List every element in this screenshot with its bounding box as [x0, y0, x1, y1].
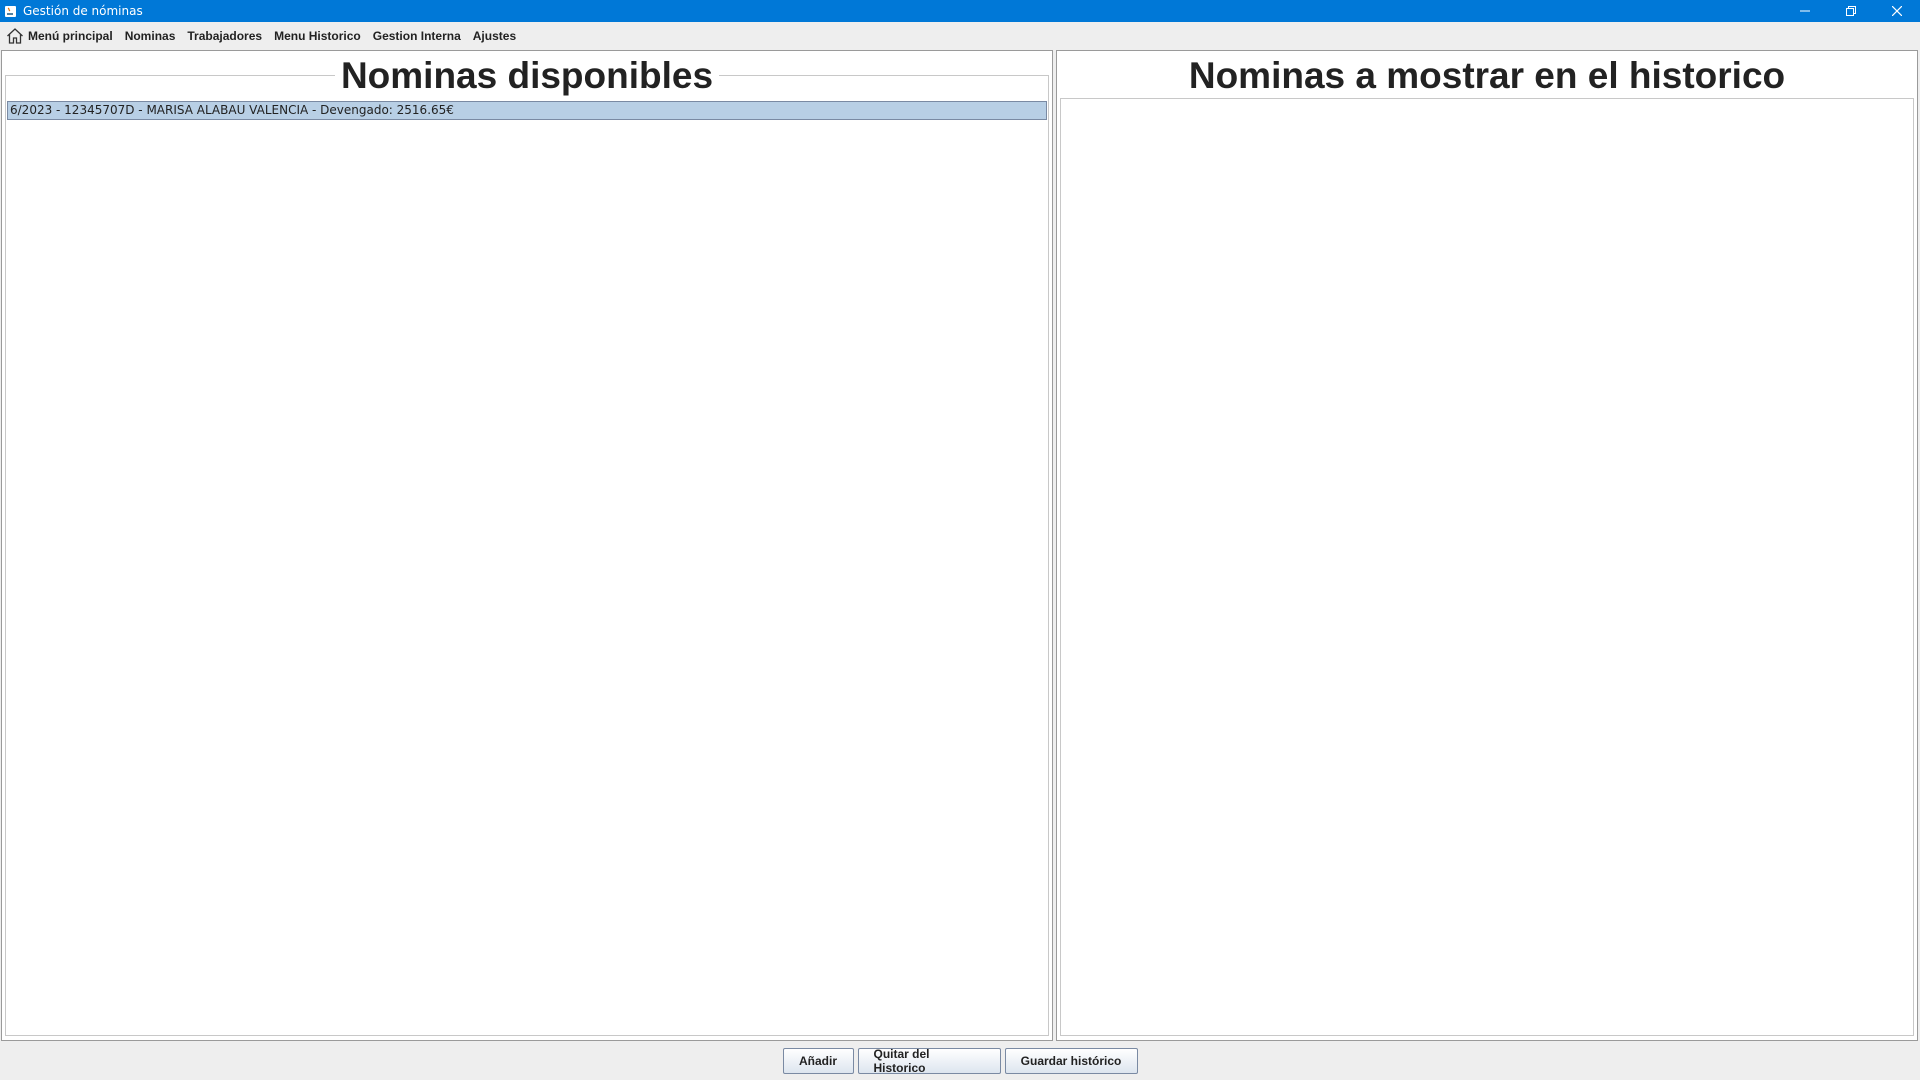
restore-button[interactable]	[1828, 0, 1874, 22]
menu-item-main[interactable]: Menú principal	[0, 22, 119, 49]
restore-icon	[1846, 6, 1856, 16]
history-payrolls-title: Nominas a mostrar en el historico	[1182, 55, 1792, 96]
close-icon	[1892, 6, 1902, 16]
button-bar: Añadir Quitar del Historico Guardar hist…	[0, 1041, 1920, 1080]
minimize-icon	[1800, 10, 1810, 12]
close-button[interactable]	[1874, 0, 1920, 22]
add-button[interactable]: Añadir	[782, 1047, 854, 1074]
menu-item-nominas[interactable]: Nominas	[119, 22, 182, 49]
list-item[interactable]: 6/2023 - 12345707D - MARISA ALABAU VALEN…	[7, 101, 1047, 120]
menu-item-main-label: Menú principal	[28, 28, 113, 43]
window-title: Gestión de nóminas	[23, 4, 143, 18]
save-history-button[interactable]: Guardar histórico	[1004, 1047, 1138, 1074]
menu-item-trabajadores[interactable]: Trabajadores	[181, 22, 268, 49]
available-payrolls-list[interactable]: 6/2023 - 12345707D - MARISA ALABAU VALEN…	[7, 101, 1047, 1034]
menu-item-ajustes[interactable]: Ajustes	[467, 22, 522, 49]
menu-bar: Menú principal Nominas Trabajadores Menu…	[0, 22, 1920, 49]
minimize-button[interactable]	[1782, 0, 1828, 22]
menu-item-historico[interactable]: Menu Historico	[268, 22, 367, 49]
java-app-icon	[3, 4, 17, 18]
history-payrolls-list[interactable]	[1062, 103, 1912, 1034]
available-payrolls-title: Nominas disponibles	[334, 55, 720, 96]
available-payrolls-panel: Nominas disponibles 6/2023 - 12345707D -…	[1, 50, 1053, 1041]
menu-item-gestion-interna[interactable]: Gestion Interna	[367, 22, 467, 49]
home-icon	[7, 27, 23, 44]
remove-from-history-button[interactable]: Quitar del Historico	[857, 1047, 1001, 1075]
window-titlebar[interactable]: Gestión de nóminas	[0, 0, 1920, 22]
history-payrolls-panel: Nominas a mostrar en el historico	[1056, 50, 1918, 1041]
